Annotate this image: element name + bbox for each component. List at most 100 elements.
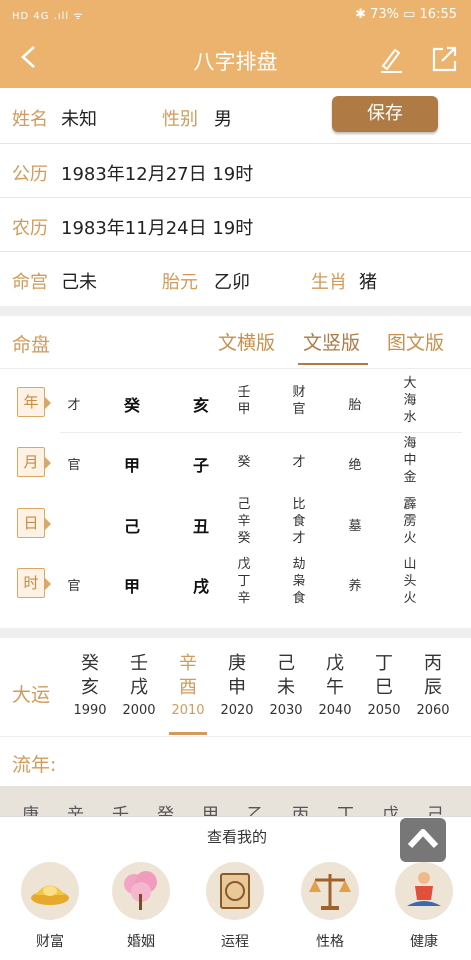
top-bar: 八字排盘: [0, 30, 471, 88]
signal-status: HD 4G .ıll ᯤ: [12, 11, 84, 22]
liunian-stem[interactable]: 乙: [247, 800, 264, 816]
pillar-label: 年: [17, 387, 51, 417]
blossom-tree-icon: [124, 871, 157, 910]
chart-title: 命盘: [12, 334, 51, 356]
pillar-stage: 养: [348, 579, 362, 594]
pillar-stage: 胎: [348, 398, 362, 413]
dayun-stem: 壬: [130, 653, 148, 674]
pillar-stem: 己: [123, 517, 140, 536]
dayun-year: 2060: [416, 703, 450, 718]
solar-value: 1983年12月27日 19时: [61, 164, 254, 185]
dayun-item[interactable]: 丙辰 2060: [413, 652, 453, 718]
pillar-stem: 甲: [123, 577, 140, 596]
solar-label: 公历: [12, 164, 48, 185]
active-dayun-indicator: [169, 732, 207, 735]
arrow-up-icon: [407, 829, 439, 849]
pillar-nayin: 山头火: [403, 557, 417, 606]
liunian-label: 流年:: [12, 754, 57, 776]
dayun-year: 2030: [269, 703, 303, 718]
category-health[interactable]: 健康: [394, 862, 454, 951]
pillar-hidden-gods: 才: [292, 455, 306, 470]
pillar-nayin: 霹雳火: [403, 497, 417, 546]
dayun-stem: 戊: [326, 653, 344, 674]
name-value: 未知: [61, 109, 97, 130]
tab-vertical[interactable]: 文竖版: [303, 328, 360, 355]
taiyuan-label: 胎元: [162, 272, 198, 293]
gold-ingot-icon: [31, 885, 69, 905]
scroll-up-button[interactable]: [400, 818, 446, 862]
dayun-branch: 午: [326, 677, 344, 698]
lunar-row: 农历 1983年11月24日 19时: [0, 198, 471, 252]
battery-clock-status: ✱ 73% ▭ 16:55: [355, 7, 457, 22]
liunian-stem[interactable]: 丁: [337, 800, 354, 816]
minggong-value: 己未: [61, 272, 97, 293]
dayun-stem: 庚: [228, 653, 246, 674]
gender-label: 性别: [162, 109, 198, 130]
name-label: 姓名: [12, 109, 48, 130]
dayun-branch: 亥: [81, 677, 99, 698]
liunian-stem[interactable]: 庚: [22, 800, 39, 816]
pillar-year: 年 才 癸 亥 壬甲 财官 胎 大海水: [0, 372, 471, 432]
dayun-item[interactable]: 己未 2030: [266, 652, 306, 718]
liunian-stem[interactable]: 癸: [157, 800, 174, 816]
edit-button[interactable]: [376, 44, 406, 74]
pillar-hidden-gods: 财官: [292, 385, 306, 417]
pillar-hour: 时 官 甲 戌 戊丁辛 劫枭食 养 山头火: [0, 554, 471, 614]
dayun-branch: 戌: [130, 677, 148, 698]
dayun-item[interactable]: 壬戌 2000: [119, 652, 159, 718]
dayun-stem: 癸: [81, 653, 99, 674]
category-label: 运程: [221, 934, 249, 950]
dayun-year: 2020: [220, 703, 254, 718]
liunian-strip: 庚 辛 壬 癸 甲 乙 丙 丁 戊 己: [0, 786, 471, 816]
pillar-branch: 子: [192, 456, 209, 475]
dayun-branch: 巳: [375, 677, 393, 698]
pillar-day: 日 己 丑 己辛癸 比食才 墓 霹雳火: [0, 493, 471, 553]
pillar-label: 月: [17, 447, 51, 477]
liunian-stem[interactable]: 壬: [112, 800, 129, 816]
pillar-branch: 亥: [192, 396, 209, 415]
liunian-stem[interactable]: 戊: [382, 800, 399, 816]
status-bar: HD 4G .ıll ᯤ ✱ 73% ▭ 16:55: [0, 0, 471, 30]
liunian-stem[interactable]: 己: [427, 800, 444, 816]
dayun-item-active[interactable]: 辛酉 2010: [168, 652, 208, 718]
dayun-stem: 辛: [179, 653, 197, 674]
tab-horizontal[interactable]: 文横版: [218, 328, 275, 355]
pillar-nayin: 海中金: [403, 436, 417, 485]
dayun-item[interactable]: 庚申 2020: [217, 652, 257, 718]
category-wealth[interactable]: 财富: [20, 862, 80, 951]
share-button[interactable]: [429, 44, 459, 74]
category-fortune[interactable]: 运程: [205, 862, 265, 951]
zodiac-value: 猪: [359, 272, 377, 293]
liunian-stem[interactable]: 甲: [202, 800, 219, 816]
fortune-scroll-icon: [220, 873, 250, 909]
taiyuan-value: 乙卯: [214, 272, 250, 293]
dayun-year: 2050: [367, 703, 401, 718]
chart-panel: 命盘 文横版 文竖版 图文版 年 才 癸 亥 壬甲 财官 胎 大海水 月 官 甲…: [0, 316, 471, 628]
pencil-icon: [381, 48, 402, 73]
pillar-stage: 墓: [348, 519, 362, 534]
dayun-branch: 辰: [424, 677, 442, 698]
pillar-stem: 癸: [123, 396, 140, 415]
pillar-hidden-gods: 比食才: [292, 497, 306, 546]
category-personality[interactable]: 性格: [300, 862, 360, 951]
dayun-year: 2040: [318, 703, 352, 718]
category-marriage[interactable]: 婚姻: [111, 862, 171, 951]
liunian-stem[interactable]: 丙: [292, 800, 309, 816]
pillar-label: 时: [17, 568, 51, 598]
dayun-stem: 丁: [375, 653, 393, 674]
dayun-item[interactable]: 丁巳 2050: [364, 652, 404, 718]
pillar-month: 月 官 甲 子 癸 才 绝 海中金: [0, 433, 471, 493]
category-label: 婚姻: [127, 934, 155, 950]
pillar-hidden-stems: 癸: [237, 455, 251, 470]
tab-illustrated[interactable]: 图文版: [387, 328, 444, 355]
meditation-icon: [407, 872, 441, 906]
dayun-branch: 酉: [179, 677, 197, 698]
dayun-label: 大运: [12, 684, 51, 706]
dayun-item[interactable]: 戊午 2040: [315, 652, 355, 718]
liunian-stem[interactable]: 辛: [67, 800, 84, 816]
extra-info-row: 命宫 己未 胎元 乙卯 生肖 猪: [0, 252, 471, 306]
pillar-stem: 甲: [123, 456, 140, 475]
dayun-item[interactable]: 癸亥 1990: [70, 652, 110, 718]
view-mine-label[interactable]: 查看我的: [187, 826, 287, 852]
save-button[interactable]: 保存: [332, 96, 438, 132]
